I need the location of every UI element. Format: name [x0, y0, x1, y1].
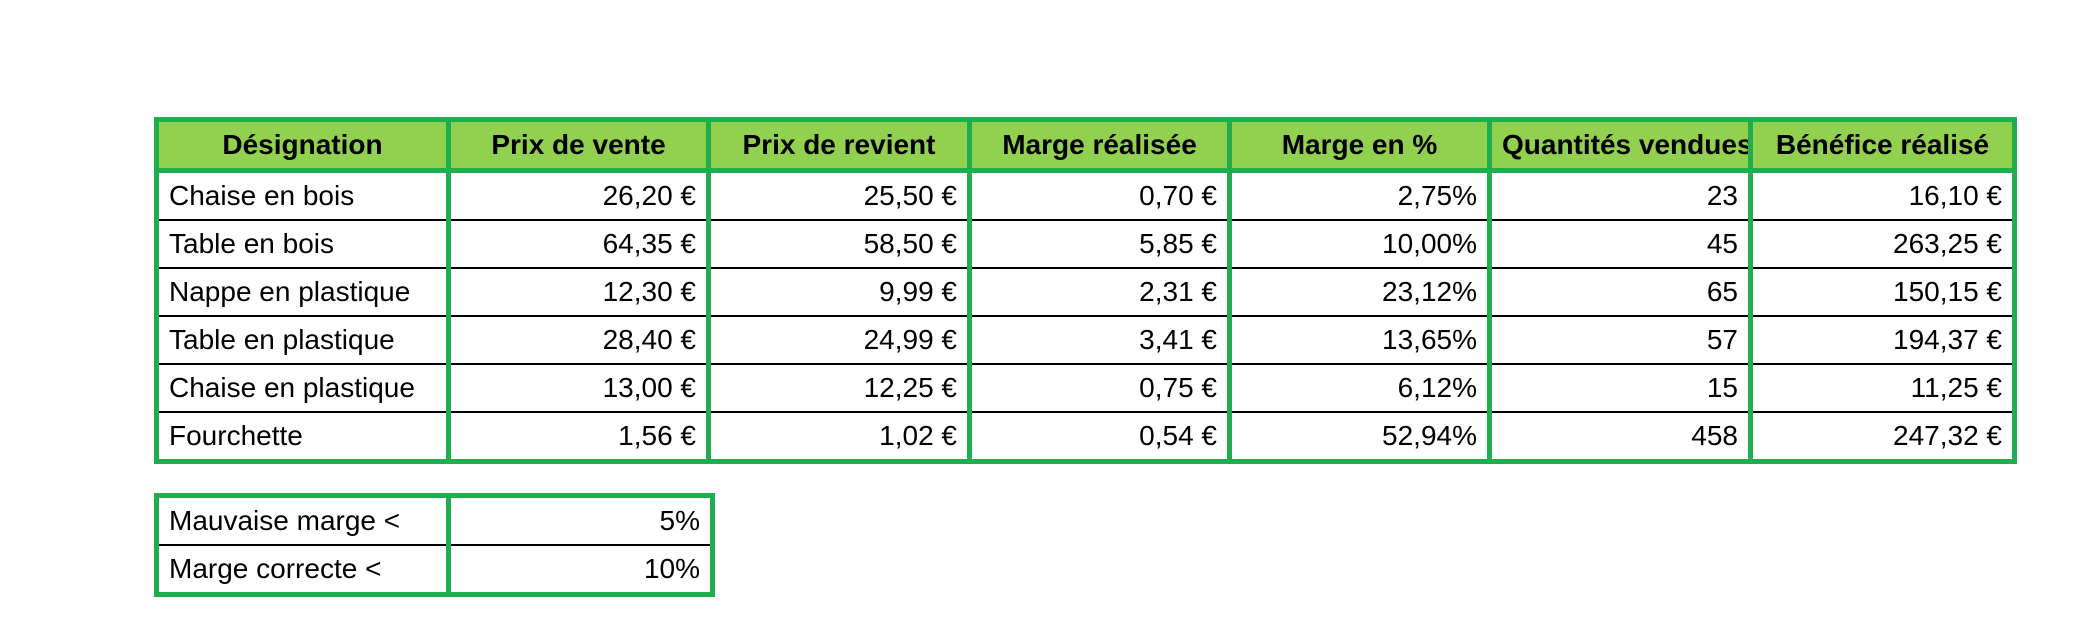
cell[interactable]: 25,50 €: [706, 170, 972, 221]
cell[interactable]: 0,75 €: [967, 364, 1232, 413]
header-cell[interactable]: Désignation: [154, 117, 451, 173]
cell[interactable]: 3,41 €: [967, 316, 1232, 365]
cell[interactable]: 6,12%: [1227, 364, 1492, 413]
cell[interactable]: 28,40 €: [446, 316, 711, 365]
header-cell[interactable]: Prix de vente: [446, 117, 711, 173]
cell[interactable]: Chaise en plastique: [154, 364, 451, 413]
table-row: Chaise en plastique 13,00 € 12,25 € 0,75…: [154, 364, 2017, 413]
cell[interactable]: 12,30 €: [446, 268, 711, 317]
cell[interactable]: 45: [1487, 220, 1753, 269]
table-row: Fourchette 1,56 € 1,02 € 0,54 € 52,94% 4…: [154, 412, 2017, 464]
cell[interactable]: 10%: [446, 545, 715, 597]
cell[interactable]: Marge correcte <: [154, 545, 451, 597]
header-cell[interactable]: Marge réalisée: [967, 117, 1232, 173]
cell[interactable]: 458: [1487, 412, 1753, 464]
cell[interactable]: 64,35 €: [446, 220, 711, 269]
cell[interactable]: 2,31 €: [967, 268, 1232, 317]
cell[interactable]: 0,54 €: [967, 412, 1232, 464]
header-cell[interactable]: Prix de revient: [706, 117, 972, 173]
cell[interactable]: 16,10 €: [1748, 170, 2017, 221]
cell[interactable]: 150,15 €: [1748, 268, 2017, 317]
cell[interactable]: 13,65%: [1227, 316, 1492, 365]
table-row: Chaise en bois 26,20 € 25,50 € 0,70 € 2,…: [154, 170, 2017, 221]
cell[interactable]: 247,32 €: [1748, 412, 2017, 464]
cell[interactable]: 13,00 €: [446, 364, 711, 413]
cell[interactable]: 2,75%: [1227, 170, 1492, 221]
cell[interactable]: Table en bois: [154, 220, 451, 269]
cell[interactable]: 65: [1487, 268, 1753, 317]
cell[interactable]: Table en plastique: [154, 316, 451, 365]
cell[interactable]: 0,70 €: [967, 170, 1232, 221]
cell[interactable]: Nappe en plastique: [154, 268, 451, 317]
table-row: Marge correcte < 10%: [154, 545, 715, 597]
cell[interactable]: 52,94%: [1227, 412, 1492, 464]
cell[interactable]: 9,99 €: [706, 268, 972, 317]
cell[interactable]: 24,99 €: [706, 316, 972, 365]
cell[interactable]: 15: [1487, 364, 1753, 413]
cell[interactable]: 11,25 €: [1748, 364, 2017, 413]
cell[interactable]: 263,25 €: [1748, 220, 2017, 269]
table-row: Table en plastique 28,40 € 24,99 € 3,41 …: [154, 316, 2017, 365]
header-cell[interactable]: Bénéfice réalisé: [1748, 117, 2017, 173]
table-row: Mauvaise marge < 5%: [154, 493, 715, 546]
cell[interactable]: 58,50 €: [706, 220, 972, 269]
cell[interactable]: 5,85 €: [967, 220, 1232, 269]
table-row: Table en bois 64,35 € 58,50 € 5,85 € 10,…: [154, 220, 2017, 269]
cell[interactable]: 57: [1487, 316, 1753, 365]
cell[interactable]: 194,37 €: [1748, 316, 2017, 365]
margin-threshold-table: Mauvaise marge < 5% Marge correcte < 10%: [154, 493, 715, 597]
table-row: Nappe en plastique 12,30 € 9,99 € 2,31 €…: [154, 268, 2017, 317]
cell[interactable]: 5%: [446, 493, 715, 546]
cell[interactable]: 23: [1487, 170, 1753, 221]
cell[interactable]: Mauvaise marge <: [154, 493, 451, 546]
cell[interactable]: 1,56 €: [446, 412, 711, 464]
cell[interactable]: Chaise en bois: [154, 170, 451, 221]
header-row: Désignation Prix de vente Prix de revien…: [154, 117, 2017, 173]
cell[interactable]: Fourchette: [154, 412, 451, 464]
cell[interactable]: 26,20 €: [446, 170, 711, 221]
header-cell[interactable]: Marge en %: [1227, 117, 1492, 173]
cell[interactable]: 10,00%: [1227, 220, 1492, 269]
cell[interactable]: 1,02 €: [706, 412, 972, 464]
cell[interactable]: 12,25 €: [706, 364, 972, 413]
cell[interactable]: 23,12%: [1227, 268, 1492, 317]
header-cell[interactable]: Quantités vendues: [1487, 117, 1753, 173]
sales-table: Désignation Prix de vente Prix de revien…: [154, 117, 2017, 464]
